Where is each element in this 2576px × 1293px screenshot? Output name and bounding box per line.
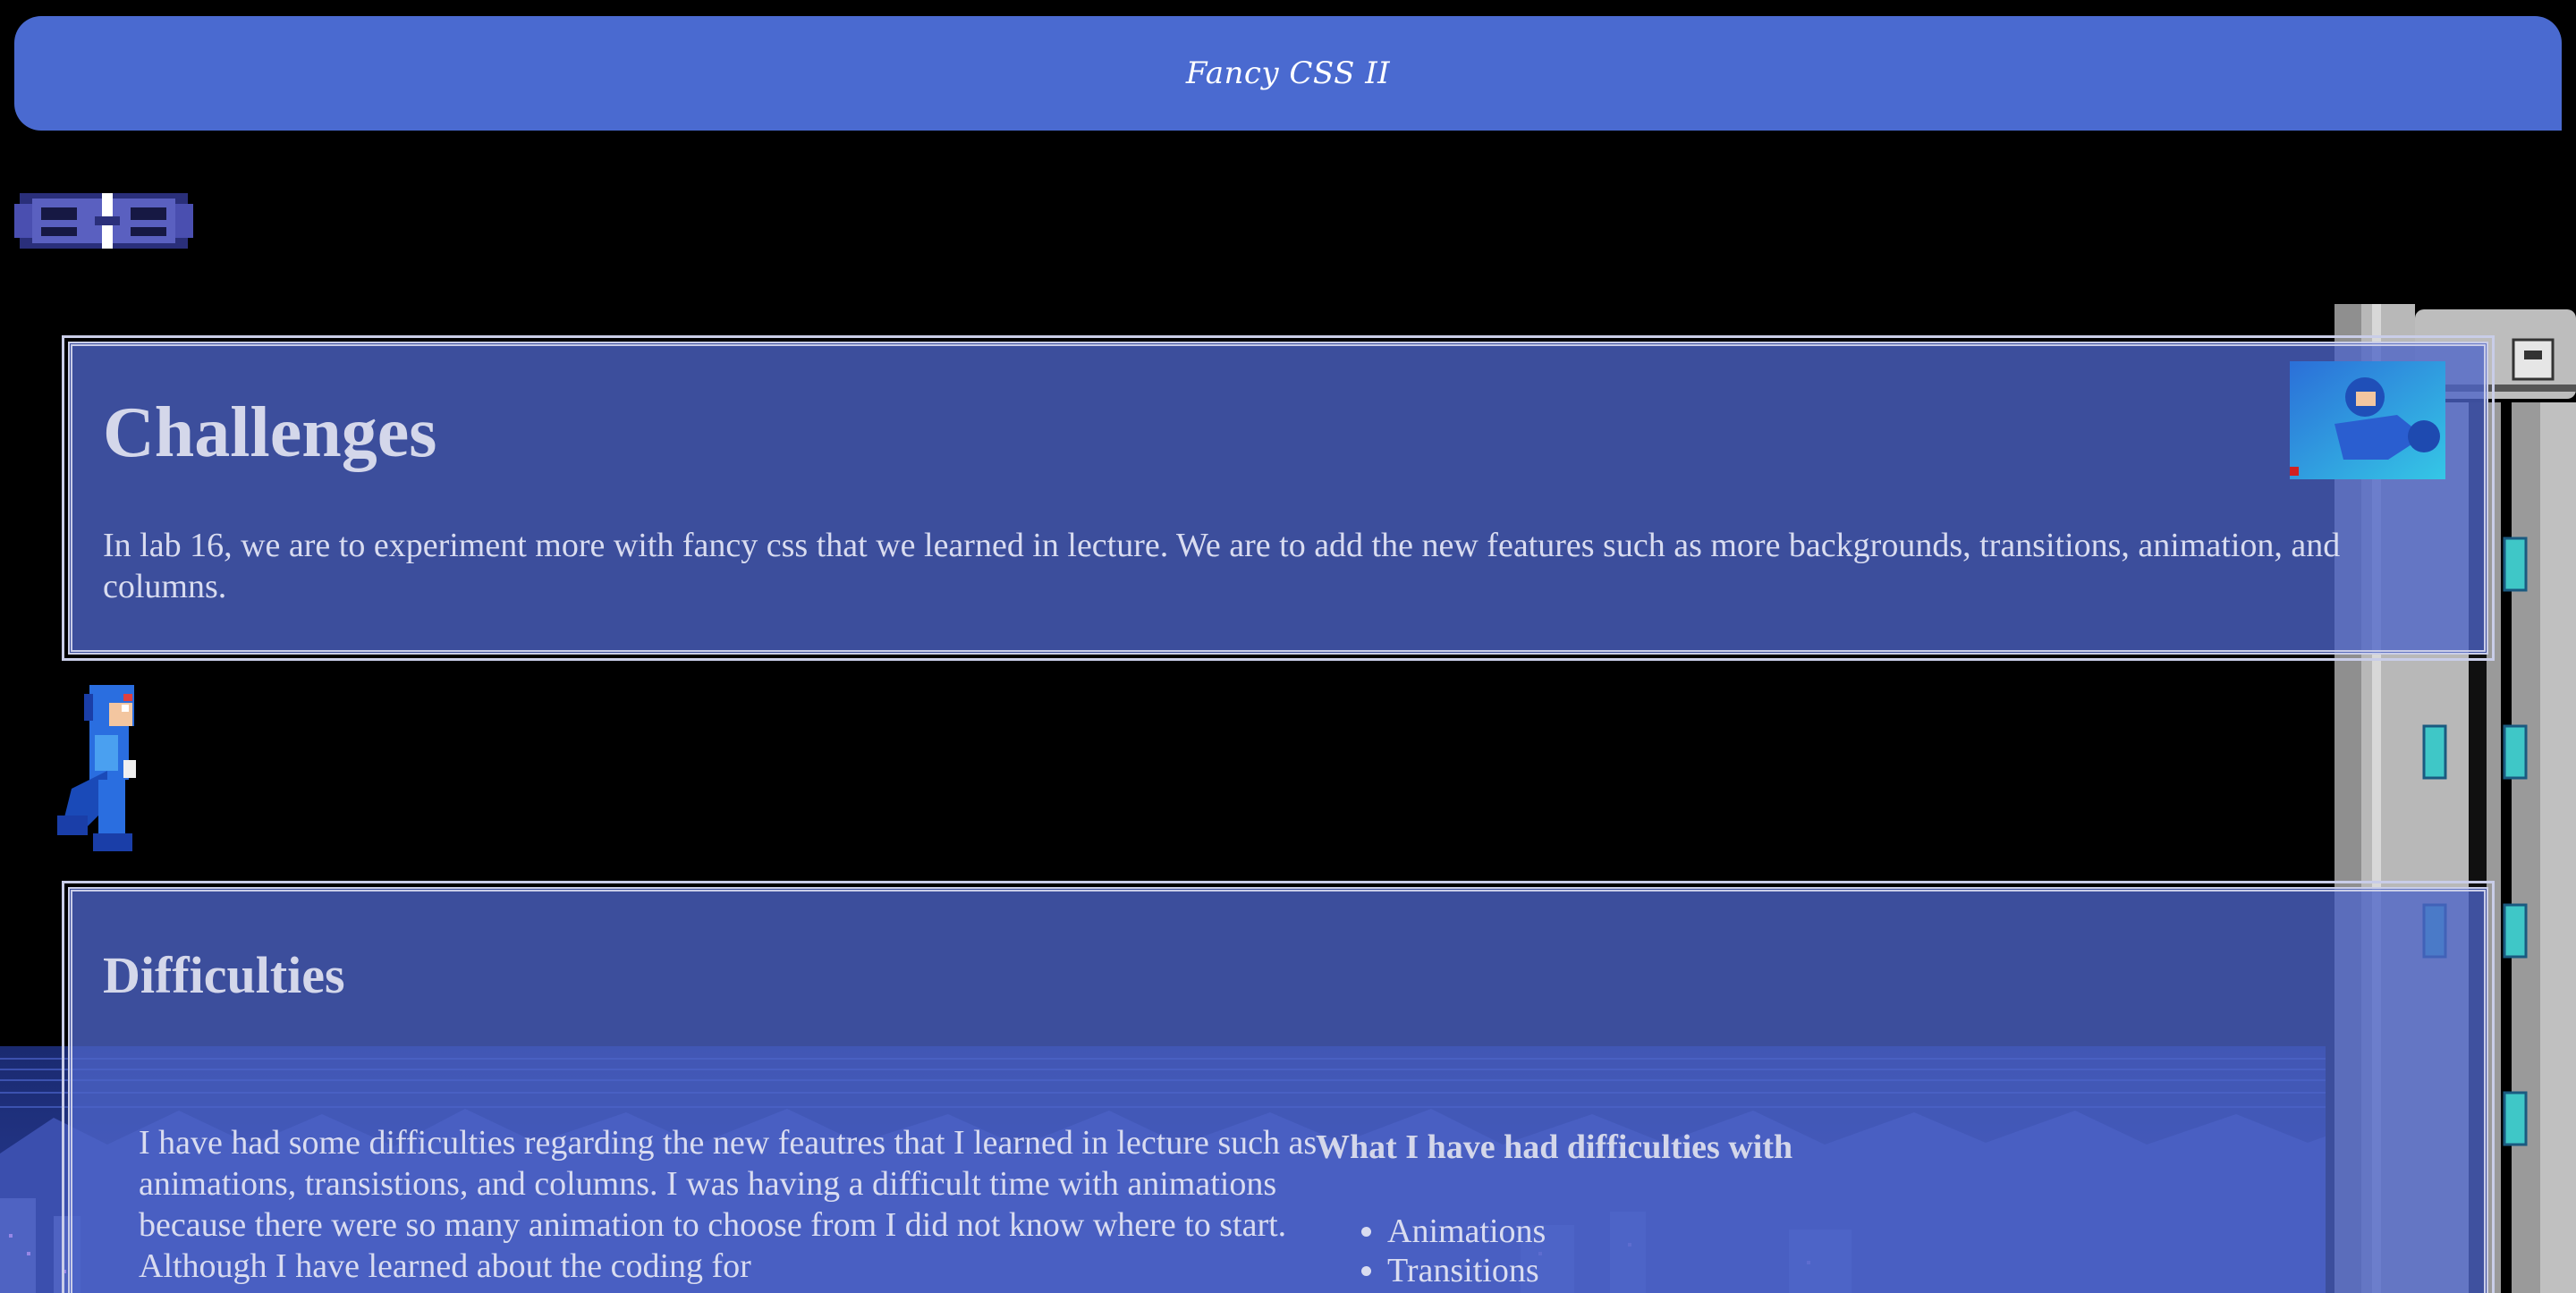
difficulties-list-column: What I have had difficulties with Animat… — [1316, 1128, 2389, 1290]
difficulties-heading: Difficulties — [103, 946, 345, 1004]
challenges-heading: Challenges — [103, 393, 437, 472]
difficulties-list: Animations Transitions — [1316, 1212, 2389, 1290]
difficulties-paragraph: I have had some difficulties regarding t… — [139, 1124, 1318, 1285]
difficulties-list-heading: What I have had difficulties with — [1316, 1128, 1793, 1166]
top-banner: Fancy CSS II — [14, 16, 2562, 131]
megaman-running-sprite — [57, 685, 136, 851]
list-item: Animations — [1387, 1212, 2389, 1251]
list-item: Transitions — [1387, 1251, 2389, 1290]
page: Fancy CSS II Challenges In lab 16, we ar… — [0, 0, 2576, 1293]
megaman-thumbnail — [2290, 361, 2445, 479]
challenges-panel: Challenges In lab 16, we are to experime… — [62, 335, 2495, 661]
difficulties-panel: Difficulties I have had some difficultie… — [62, 881, 2495, 1293]
challenges-text: In lab 16, we are to experiment more wit… — [103, 527, 2341, 605]
hover-vehicle-sprite — [14, 193, 193, 249]
page-title: Fancy CSS II — [1185, 55, 1391, 91]
